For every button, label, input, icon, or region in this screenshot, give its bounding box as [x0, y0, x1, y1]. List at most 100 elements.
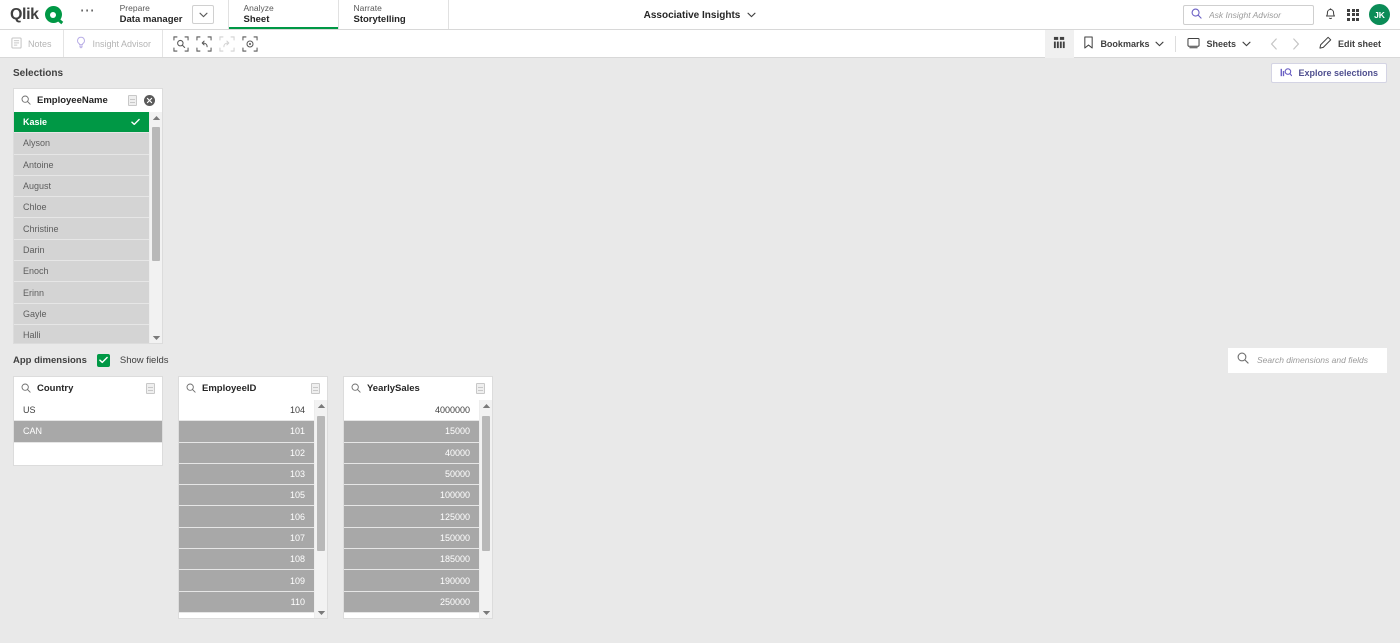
- nav-section-prepare[interactable]: Prepare Data manager: [106, 0, 230, 29]
- list-item[interactable]: 108: [179, 549, 314, 571]
- list-item[interactable]: 104: [179, 400, 314, 422]
- scrollbar-thumb[interactable]: [317, 416, 325, 552]
- list-item[interactable]: 106: [179, 506, 314, 528]
- dimensions-search[interactable]: [1228, 347, 1387, 373]
- list-item[interactable]: 250000: [344, 591, 479, 613]
- list-item-label: US: [23, 405, 36, 416]
- avatar[interactable]: JK: [1369, 4, 1390, 25]
- list-item[interactable]: Gayle: [14, 303, 149, 325]
- list-item[interactable]: 110: [179, 591, 314, 613]
- list-item[interactable]: 15000: [344, 421, 479, 443]
- more-options-icon[interactable]: ⋯: [70, 0, 106, 29]
- chevron-right-icon[interactable]: [1286, 34, 1306, 54]
- chevron-left-icon[interactable]: [1264, 34, 1284, 54]
- list-item[interactable]: August: [14, 175, 149, 198]
- sheets-button[interactable]: Sheets: [1178, 30, 1260, 58]
- selections-header: Selections Explore selections: [0, 58, 1400, 88]
- list-item[interactable]: 101: [179, 421, 314, 443]
- list-item[interactable]: 125000: [344, 506, 479, 528]
- insight-advisor-button[interactable]: Insight Advisor: [62, 30, 164, 57]
- listbox-employeename[interactable]: EmployeeName Kasie Alyson Antoine August Chl…: [13, 88, 163, 344]
- listbox-scrollbar[interactable]: [149, 112, 162, 343]
- search-icon[interactable]: [21, 92, 31, 110]
- search-input[interactable]: [1209, 9, 1306, 20]
- insight-advisor-search[interactable]: [1183, 4, 1314, 25]
- list-item[interactable]: 150000: [344, 527, 479, 550]
- nav-section-narrate[interactable]: Narrate Storytelling: [339, 0, 450, 29]
- list-item[interactable]: 50000: [344, 463, 479, 486]
- list-item[interactable]: 190000: [344, 570, 479, 592]
- list-item[interactable]: 102: [179, 442, 314, 464]
- qlik-logo[interactable]: Qlik: [0, 0, 70, 29]
- current-selections-area: EmployeeName Kasie Alyson Antoine August Chl…: [0, 88, 1400, 344]
- clear-selection-icon[interactable]: [144, 95, 155, 106]
- secondary-toolbar: Notes Insight Advisor Bookmarks Sheets E…: [0, 29, 1400, 58]
- listbox-menu-icon[interactable]: [476, 383, 485, 394]
- show-fields-label[interactable]: Show fields: [120, 355, 169, 366]
- listbox-employeeid[interactable]: EmployeeID 104 101 102 103 105 106 107 108 109 11…: [178, 376, 328, 619]
- list-item[interactable]: Enoch: [14, 261, 149, 283]
- explore-selections-button[interactable]: Explore selections: [1271, 63, 1387, 83]
- scroll-down-icon[interactable]: [480, 607, 492, 618]
- bookmarks-button[interactable]: Bookmarks: [1074, 30, 1173, 58]
- bell-icon[interactable]: [1324, 7, 1337, 22]
- scrollbar-thumb[interactable]: [482, 416, 490, 552]
- list-item[interactable]: Antoine: [14, 154, 149, 176]
- scroll-up-icon[interactable]: [150, 112, 162, 123]
- app-grid-icon[interactable]: [1347, 8, 1359, 21]
- notes-button[interactable]: Notes: [0, 30, 63, 57]
- list-item[interactable]: 107: [179, 527, 314, 550]
- list-item[interactable]: 105: [179, 485, 314, 507]
- listbox-items-yearlysales: 4000000 15000 40000 50000 100000 125000 150000…: [344, 400, 479, 618]
- list-item[interactable]: Kasie: [14, 112, 149, 134]
- selection-search-tool[interactable]: [171, 34, 191, 54]
- chevron-down-icon[interactable]: [747, 10, 756, 21]
- listbox-header: Country: [14, 377, 162, 400]
- dimensions-search-input[interactable]: [1257, 355, 1378, 365]
- nav-narrate-label: Storytelling: [353, 14, 406, 25]
- edit-sheet-button[interactable]: Edit sheet: [1310, 30, 1390, 58]
- chevron-down-icon[interactable]: [1242, 39, 1251, 49]
- search-icon[interactable]: [21, 380, 31, 398]
- list-item[interactable]: US: [14, 400, 162, 422]
- scroll-up-icon[interactable]: [315, 400, 327, 411]
- sheet-icon: [1187, 37, 1201, 51]
- list-item[interactable]: 109: [179, 570, 314, 592]
- sheet-grid-icon: [1053, 36, 1066, 51]
- list-item[interactable]: 185000: [344, 549, 479, 571]
- show-fields-checkbox[interactable]: [96, 353, 110, 367]
- list-item-label: 50000: [444, 469, 470, 480]
- scroll-down-icon[interactable]: [315, 607, 327, 618]
- list-item[interactable]: 100000: [344, 485, 479, 507]
- listbox-country[interactable]: Country US CAN: [13, 376, 163, 466]
- chevron-down-icon[interactable]: [1155, 39, 1165, 49]
- scroll-up-icon[interactable]: [480, 400, 492, 411]
- step-back-tool[interactable]: [194, 34, 214, 54]
- listbox-menu-icon[interactable]: [128, 95, 137, 106]
- search-icon[interactable]: [186, 380, 196, 398]
- list-item[interactable]: Christine: [14, 218, 149, 240]
- listbox-header: YearlySales: [344, 377, 492, 400]
- list-item[interactable]: 103: [179, 463, 314, 486]
- listbox-scrollbar[interactable]: [479, 400, 492, 618]
- chevron-down-icon[interactable]: [192, 5, 215, 24]
- nav-section-analyze[interactable]: Analyze Sheet: [229, 0, 340, 29]
- sheet-grid-button[interactable]: [1045, 29, 1075, 58]
- list-item[interactable]: 40000: [344, 442, 479, 464]
- list-item[interactable]: Darin: [14, 239, 149, 262]
- scroll-down-icon[interactable]: [150, 332, 162, 343]
- list-item[interactable]: CAN: [14, 421, 162, 443]
- list-item[interactable]: Alyson: [14, 133, 149, 155]
- list-item-label: Enoch: [23, 266, 49, 277]
- list-item[interactable]: Chloe: [14, 197, 149, 219]
- scrollbar-thumb[interactable]: [152, 127, 160, 261]
- list-item[interactable]: Erinn: [14, 282, 149, 304]
- listbox-menu-icon[interactable]: [311, 383, 320, 394]
- listbox-yearlysales[interactable]: YearlySales 4000000 15000 40000 50000 100000…: [343, 376, 493, 619]
- listbox-scrollbar[interactable]: [314, 400, 327, 618]
- listbox-menu-icon[interactable]: [146, 383, 155, 394]
- search-icon[interactable]: [351, 380, 361, 398]
- clear-selections-tool[interactable]: [240, 34, 260, 54]
- list-item[interactable]: 4000000: [344, 400, 479, 422]
- list-item[interactable]: Halli: [14, 324, 149, 343]
